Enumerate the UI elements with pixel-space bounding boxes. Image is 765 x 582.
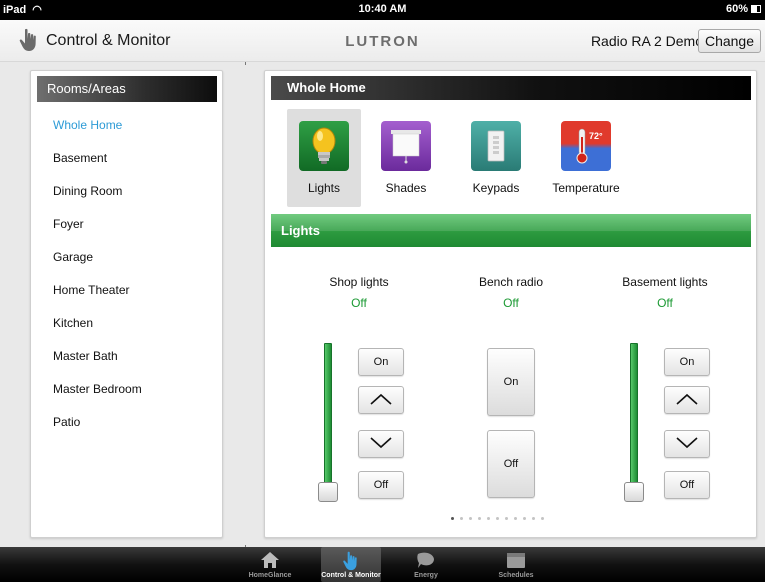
tab-homeglance[interactable]: HomeGlance xyxy=(240,547,300,582)
page-dot[interactable] xyxy=(469,517,472,520)
keypad-icon xyxy=(471,121,521,171)
room-item-patio[interactable]: Patio xyxy=(53,414,142,447)
dimmer-slider-thumb[interactable] xyxy=(624,482,644,502)
zone-name: Shop lights xyxy=(329,275,389,289)
shade-icon xyxy=(381,121,431,171)
tab-label: Control & Monitor xyxy=(321,572,381,579)
page-dot[interactable] xyxy=(496,517,499,520)
lower-button[interactable] xyxy=(664,430,710,458)
tab-schedules[interactable]: Schedules xyxy=(486,547,546,582)
zone-basement-lights: Basement lights Off xyxy=(595,275,735,310)
page-dot[interactable] xyxy=(487,517,490,520)
zone-shop-lights: Shop lights Off xyxy=(289,275,429,310)
room-item-basement[interactable]: Basement xyxy=(53,150,142,183)
device-type-shades[interactable]: Shades xyxy=(361,109,451,207)
page-dot[interactable] xyxy=(541,517,544,520)
device-type-keypads[interactable]: Keypads xyxy=(451,109,541,207)
rooms-list: Whole Home Basement Dining Room Foyer Ga… xyxy=(53,117,142,447)
page-dot[interactable] xyxy=(478,517,481,520)
section-title: Whole Home xyxy=(271,76,751,100)
tab-label: HomeGlance xyxy=(248,572,292,579)
room-item-dining-room[interactable]: Dining Room xyxy=(53,183,142,216)
zone-on-button[interactable]: On xyxy=(358,348,404,376)
change-system-button[interactable]: Change xyxy=(697,29,761,53)
device-type-temperature[interactable]: 72° Temperature xyxy=(541,109,631,207)
tab-label: Energy xyxy=(414,572,438,579)
page-dot[interactable] xyxy=(460,517,463,520)
divider-mark xyxy=(245,62,246,65)
hand-pointer-icon xyxy=(18,28,40,57)
sidebar-title: Rooms/Areas xyxy=(37,76,217,102)
category-bar: Lights xyxy=(271,214,751,247)
rooms-sidebar: Rooms/Areas Whole Home Basement Dining R… xyxy=(30,70,223,538)
page-dot[interactable] xyxy=(514,517,517,520)
temperature-badge: 72° xyxy=(589,131,603,141)
page-dot[interactable] xyxy=(505,517,508,520)
zone-off-button[interactable]: Off xyxy=(487,430,535,498)
status-bar: iPad ◠ 10:40 AM 60% xyxy=(0,0,765,20)
tab-control-monitor[interactable]: Control & Monitor xyxy=(321,547,381,582)
hand-pointer-icon xyxy=(341,551,361,571)
chevron-up-icon xyxy=(370,393,392,408)
device-type-label: Keypads xyxy=(472,181,520,195)
clock: 10:40 AM xyxy=(358,3,407,15)
zone-off-button[interactable]: Off xyxy=(664,471,710,499)
device-type-selector: Lights Shades Keypads 72° Temperature xyxy=(287,109,631,207)
bulb-icon xyxy=(299,121,349,171)
main-panel: Whole Home Lights Shades Keypads 72° Tem… xyxy=(264,70,757,538)
page-dot[interactable] xyxy=(523,517,526,520)
page-indicator[interactable] xyxy=(451,517,544,520)
room-item-garage[interactable]: Garage xyxy=(53,249,142,282)
chevron-down-icon xyxy=(676,436,698,452)
raise-button[interactable] xyxy=(664,386,710,414)
battery-indicator: 60% xyxy=(726,3,761,15)
app-title: Control & Monitor xyxy=(46,32,171,49)
zone-state: Off xyxy=(503,296,519,310)
tab-energy[interactable]: Energy xyxy=(396,547,456,582)
room-item-kitchen[interactable]: Kitchen xyxy=(53,315,142,348)
zone-on-button[interactable]: On xyxy=(664,348,710,376)
device-type-label: Shades xyxy=(385,181,427,195)
dimmer-slider-thumb[interactable] xyxy=(318,482,338,502)
zone-name: Basement lights xyxy=(622,275,708,289)
device-type-lights[interactable]: Lights xyxy=(287,109,361,207)
room-item-whole-home[interactable]: Whole Home xyxy=(53,117,142,150)
dimmer-slider-track[interactable] xyxy=(630,343,638,486)
chevron-up-icon xyxy=(676,393,698,408)
device-type-label: Temperature xyxy=(552,181,620,195)
leaf-icon xyxy=(416,551,436,569)
room-item-master-bedroom[interactable]: Master Bedroom xyxy=(53,381,142,414)
zone-bench-radio: Bench radio Off xyxy=(441,275,581,310)
zone-on-button[interactable]: On xyxy=(487,348,535,416)
room-item-master-bath[interactable]: Master Bath xyxy=(53,348,142,381)
zone-name: Bench radio xyxy=(478,275,544,289)
room-item-home-theater[interactable]: Home Theater xyxy=(53,282,142,315)
lower-button[interactable] xyxy=(358,430,404,458)
thermometer-icon: 72° xyxy=(561,121,611,171)
battery-percent: 60% xyxy=(725,3,748,15)
raise-button[interactable] xyxy=(358,386,404,414)
zone-state: Off xyxy=(657,296,673,310)
dimmer-slider-track[interactable] xyxy=(324,343,332,486)
zone-off-button[interactable]: Off xyxy=(358,471,404,499)
room-item-foyer[interactable]: Foyer xyxy=(53,216,142,249)
house-icon xyxy=(260,551,280,569)
page-dot[interactable] xyxy=(451,517,454,520)
battery-icon xyxy=(751,5,761,13)
device-type-label: Lights xyxy=(307,181,341,195)
calendar-icon xyxy=(506,551,526,569)
zone-state: Off xyxy=(351,296,367,310)
system-name: Radio RA 2 Demo xyxy=(590,33,703,49)
page-dot[interactable] xyxy=(532,517,535,520)
app-header: Control & Monitor LUTRON Radio RA 2 Demo… xyxy=(0,20,765,62)
chevron-down-icon xyxy=(370,436,392,452)
tab-bar: HomeGlance Control & Monitor Energy Sche… xyxy=(0,547,765,582)
tab-label: Schedules xyxy=(498,572,534,579)
